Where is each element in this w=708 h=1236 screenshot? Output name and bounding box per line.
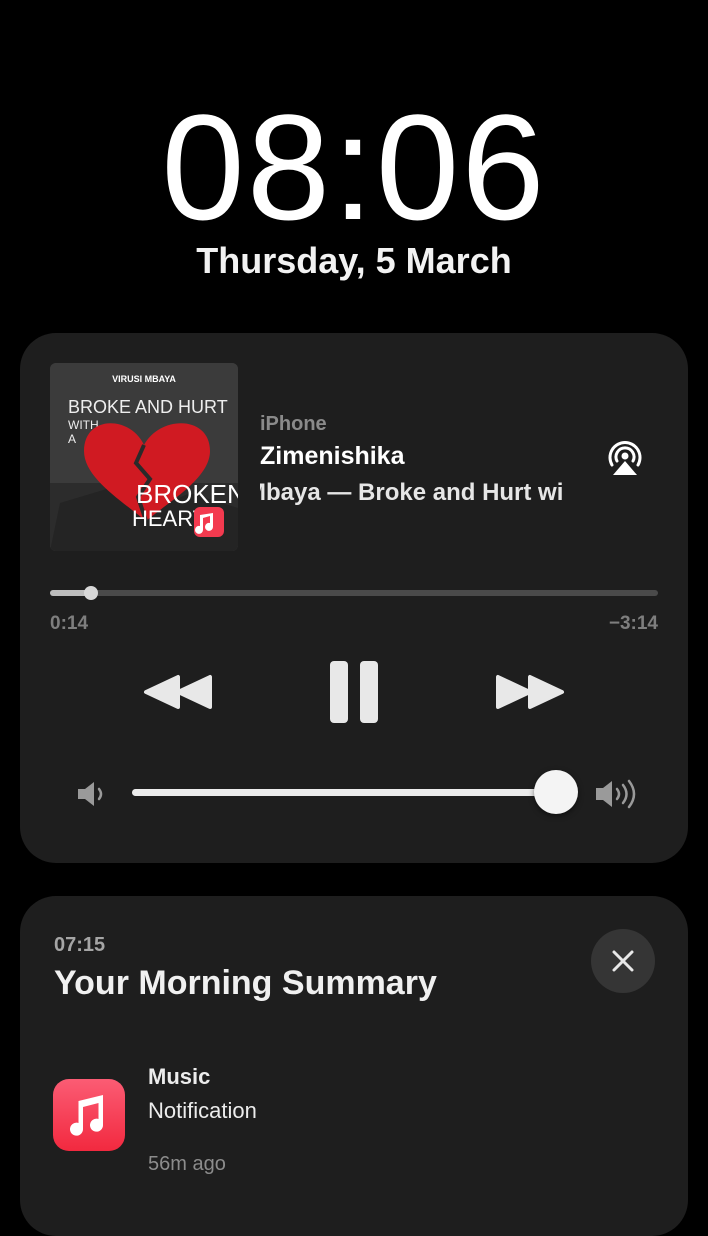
now-playing-widget[interactable]: VIRUSI MBAYA BROKE AND HURT WITH A BROKE… xyxy=(20,333,688,863)
track-subtitle: Mbaya — Broke and Hurt wi xyxy=(260,479,564,506)
notification-title: Your Morning Summary xyxy=(54,964,437,1002)
playback-scrubber-knob[interactable] xyxy=(83,586,98,600)
close-icon[interactable] xyxy=(591,929,655,993)
volume-high-icon xyxy=(593,777,643,816)
elapsed-time: 0:14 xyxy=(50,613,89,634)
notification-body: Notification xyxy=(148,1098,257,1123)
lock-date: Thursday, 5 March xyxy=(196,240,512,281)
artwork-title-line3: A xyxy=(68,432,76,446)
apple-music-icon[interactable] xyxy=(53,1079,125,1151)
volume-slider[interactable] xyxy=(132,770,578,814)
playback-scrubber[interactable] xyxy=(50,586,658,600)
volume-fill xyxy=(132,789,556,796)
volume-low-icon xyxy=(74,779,108,814)
album-artwork[interactable]: VIRUSI MBAYA BROKE AND HURT WITH A BROKE… xyxy=(50,363,238,551)
track-title: Zimenishika xyxy=(260,442,405,470)
notification-app-name: Music xyxy=(148,1064,211,1089)
artwork-title-line1: BROKE AND HURT xyxy=(68,397,228,417)
notification-summary-card[interactable]: 07:15 Your Morning Summary Music Notific… xyxy=(20,896,688,1236)
fast-forward-icon[interactable] xyxy=(494,653,566,736)
artwork-artist-text: VIRUSI MBAYA xyxy=(112,374,176,384)
pause-icon[interactable] xyxy=(324,653,384,736)
notification-age: 56m ago xyxy=(148,1153,226,1175)
lock-clock: 08:06 xyxy=(161,83,547,251)
track-info[interactable]: iPhone Zimenishika Mbaya — Broke and Hur… xyxy=(260,413,590,507)
artwork-title-line4: BROKEN xyxy=(136,479,238,509)
volume-knob[interactable] xyxy=(533,770,578,814)
remaining-time: −3:14 xyxy=(608,613,658,634)
notification-time: 07:15 xyxy=(54,934,106,956)
rewind-icon[interactable] xyxy=(142,653,214,736)
airplay-icon[interactable] xyxy=(604,437,646,479)
output-device-label: iPhone xyxy=(260,413,327,435)
